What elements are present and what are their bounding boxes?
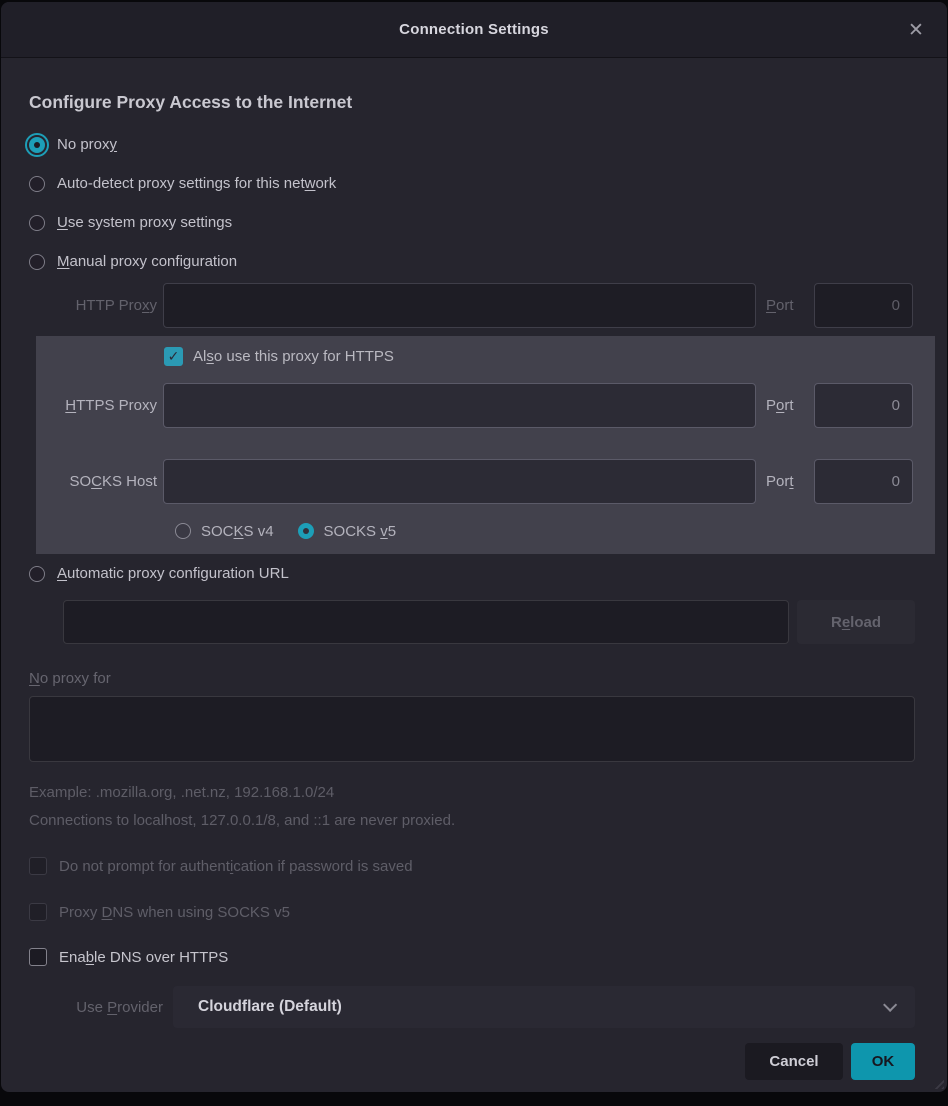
proxy-dns-checkbox[interactable] [29,903,47,921]
reload-button[interactable]: Reload [797,600,915,644]
radio-no-proxy[interactable] [29,137,45,153]
https-port-input[interactable] [814,383,913,428]
radio-row-manual-proxy[interactable]: Manual proxy configuration [29,242,915,281]
no-proxy-for-label: No proxy for [29,670,915,687]
http-port-input[interactable] [814,283,913,328]
ok-button[interactable]: OK [851,1043,915,1080]
provider-dropdown-value: Cloudflare (Default) [198,998,342,1016]
cancel-button[interactable]: Cancel [745,1043,843,1080]
radio-row-no-proxy[interactable]: No proxy [29,125,915,164]
socks-v5-label: SOCKS v5 [324,523,397,540]
radio-system-proxy[interactable] [29,215,45,231]
page-title: Configure Proxy Access to the Internet [29,92,915,113]
radio-system-proxy-label: Use system proxy settings [57,214,232,231]
radio-auto-config-url-label: Automatic proxy configuration URL [57,565,289,582]
proxy-dns-label: Proxy DNS when using SOCKS v5 [59,904,290,921]
also-use-https-checkbox[interactable]: ✓ [164,347,183,366]
radio-socks-v5[interactable] [298,523,314,539]
dialog-titlebar: Connection Settings ✕ [1,2,947,58]
no-proxy-note-text: Connections to localhost, 127.0.0.1/8, a… [29,812,915,829]
http-proxy-input[interactable] [163,283,756,328]
radio-manual-proxy-label: Manual proxy configuration [57,253,237,270]
radio-socks-v4[interactable] [175,523,191,539]
enable-doh-row[interactable]: Enable DNS over HTTPS [29,948,915,966]
https-socks-highlight-section: ✓ Also use this proxy for HTTPS HTTPS Pr… [36,336,935,554]
radio-row-auto-detect[interactable]: Auto-detect proxy settings for this netw… [29,164,915,203]
radio-manual-proxy[interactable] [29,254,45,270]
radio-row-auto-config-url[interactable]: Automatic proxy configuration URL [29,554,915,593]
connection-settings-dialog: Connection Settings ✕ Configure Proxy Ac… [1,2,947,1092]
http-proxy-row: HTTP Proxy Port [29,283,915,328]
dialog-title: Connection Settings [399,21,549,38]
auto-config-url-input[interactable] [63,600,789,644]
provider-dropdown[interactable]: Cloudflare (Default) [173,986,915,1028]
socks-host-input[interactable] [163,459,756,504]
enable-doh-label: Enable DNS over HTTPS [59,949,228,966]
check-icon: ✓ [168,348,180,365]
radio-auto-detect[interactable] [29,176,45,192]
socks-v4-option[interactable]: SOCKS v4 [175,523,274,540]
socks-host-label: SOCKS Host [36,473,163,490]
socks-version-row: SOCKS v4 SOCKS v5 [175,517,913,545]
radio-auto-config-url[interactable] [29,566,45,582]
provider-row: Use Provider Cloudflare (Default) [29,986,915,1028]
auto-config-url-row: Reload [63,600,915,644]
dialog-footer: Cancel OK [29,1043,915,1080]
use-provider-label: Use Provider [29,999,173,1016]
no-prompt-auth-label: Do not prompt for authentication if pass… [59,858,413,875]
http-port-label: Port [766,297,806,314]
socks-port-input[interactable] [814,459,913,504]
radio-auto-detect-label: Auto-detect proxy settings for this netw… [57,175,336,192]
https-port-label: Port [766,397,806,414]
socks-v5-option[interactable]: SOCKS v5 [298,523,397,540]
no-proxy-example-text: Example: .mozilla.org, .net.nz, 192.168.… [29,784,915,801]
no-proxy-for-textarea[interactable] [29,696,915,762]
socks-port-label: Port [766,473,806,490]
https-proxy-label: HTTPS Proxy [36,397,163,414]
chevron-down-icon [883,998,897,1012]
socks-host-row: SOCKS Host Port [36,459,913,504]
enable-doh-checkbox[interactable] [29,948,47,966]
https-proxy-input[interactable] [163,383,756,428]
also-use-https-row[interactable]: ✓ Also use this proxy for HTTPS [164,345,913,367]
socks-v4-label: SOCKS v4 [201,523,274,540]
radio-row-system-proxy[interactable]: Use system proxy settings [29,203,915,242]
also-use-https-label: Also use this proxy for HTTPS [193,348,394,365]
dialog-content: Configure Proxy Access to the Internet N… [1,58,947,1080]
https-proxy-row: HTTPS Proxy Port [36,383,913,428]
radio-no-proxy-label: No proxy [57,136,117,153]
no-prompt-auth-row[interactable]: Do not prompt for authentication if pass… [29,857,915,875]
close-icon[interactable]: ✕ [901,15,931,45]
no-prompt-auth-checkbox[interactable] [29,857,47,875]
http-proxy-label: HTTP Proxy [29,297,163,314]
proxy-dns-row[interactable]: Proxy DNS when using SOCKS v5 [29,903,915,921]
